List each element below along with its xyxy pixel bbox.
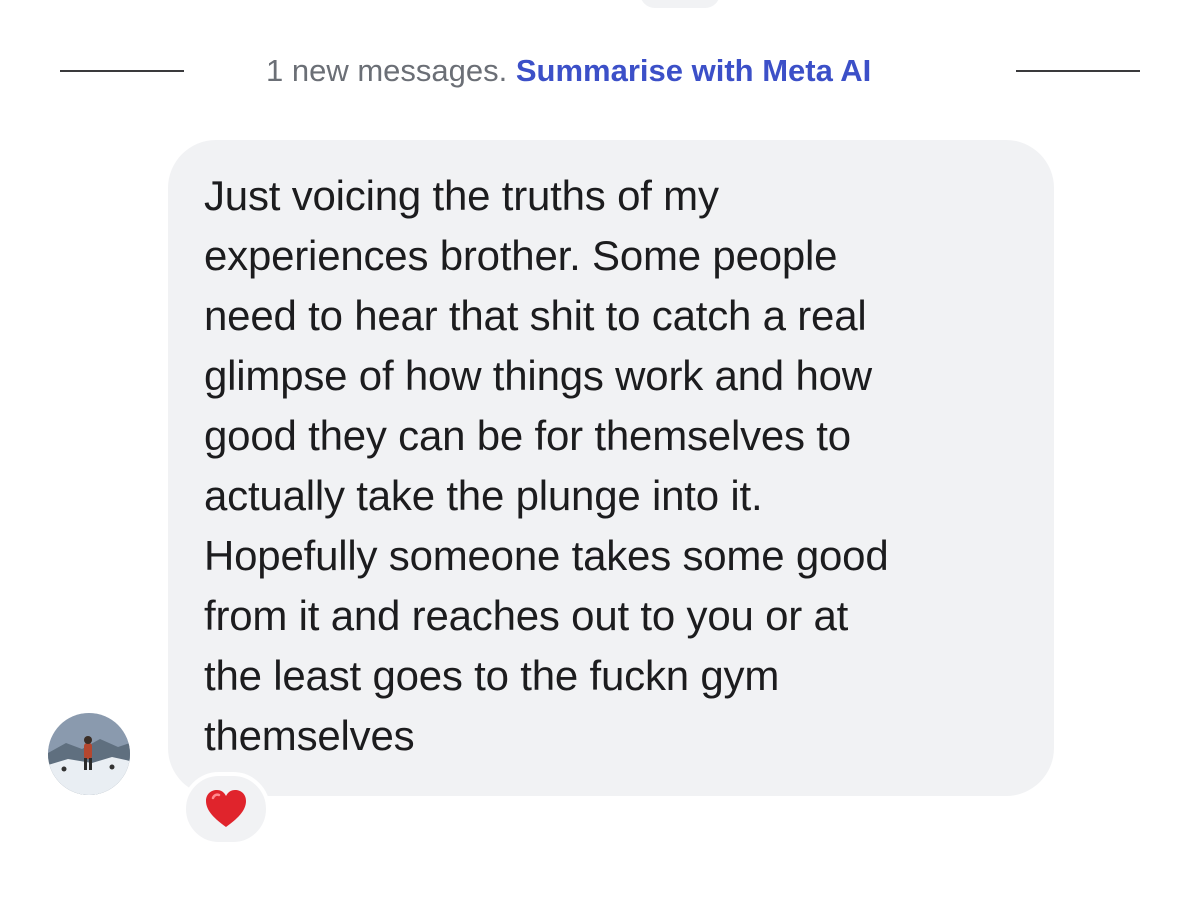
summarise-with-meta-ai-link[interactable]: Summarise with Meta AI bbox=[516, 53, 871, 88]
divider-line-left bbox=[60, 70, 184, 72]
new-messages-divider: 1 new messages. Summarise with Meta AI bbox=[0, 46, 1200, 96]
avatar-photo bbox=[48, 713, 130, 795]
reaction-badge[interactable] bbox=[182, 772, 270, 846]
sender-avatar[interactable] bbox=[48, 713, 130, 795]
heart-icon bbox=[206, 790, 246, 827]
chat-thread: 1 new messages. Summarise with Meta AI J… bbox=[0, 0, 1200, 900]
message-bubble[interactable]: Just voicing the truths of my experience… bbox=[168, 140, 1054, 796]
new-messages-count: 1 new messages. bbox=[266, 53, 508, 88]
new-messages-banner: 1 new messages. Summarise with Meta AI bbox=[266, 52, 871, 90]
previous-element-edge bbox=[640, 0, 720, 8]
message-text: Just voicing the truths of my experience… bbox=[204, 172, 889, 759]
divider-line-right bbox=[1016, 70, 1140, 72]
